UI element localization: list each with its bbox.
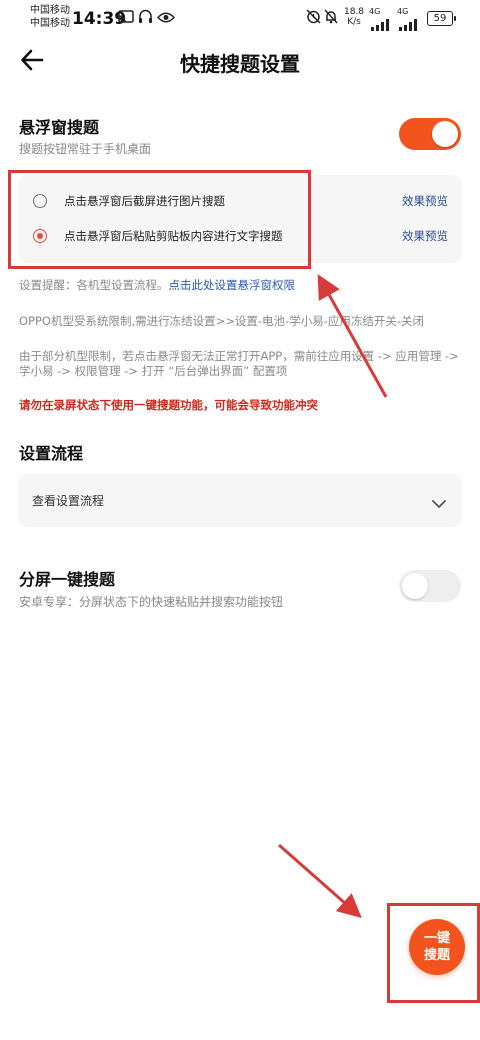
annotation-arrow-up [317,274,388,398]
quick-search-fab[interactable]: 一键 搜题 [409,919,465,975]
fab-label-line1: 一键 [423,931,450,946]
annotation-arrow-down [278,843,362,918]
fab-label-line2: 搜题 [423,948,450,963]
annotation-arrows [278,274,388,918]
